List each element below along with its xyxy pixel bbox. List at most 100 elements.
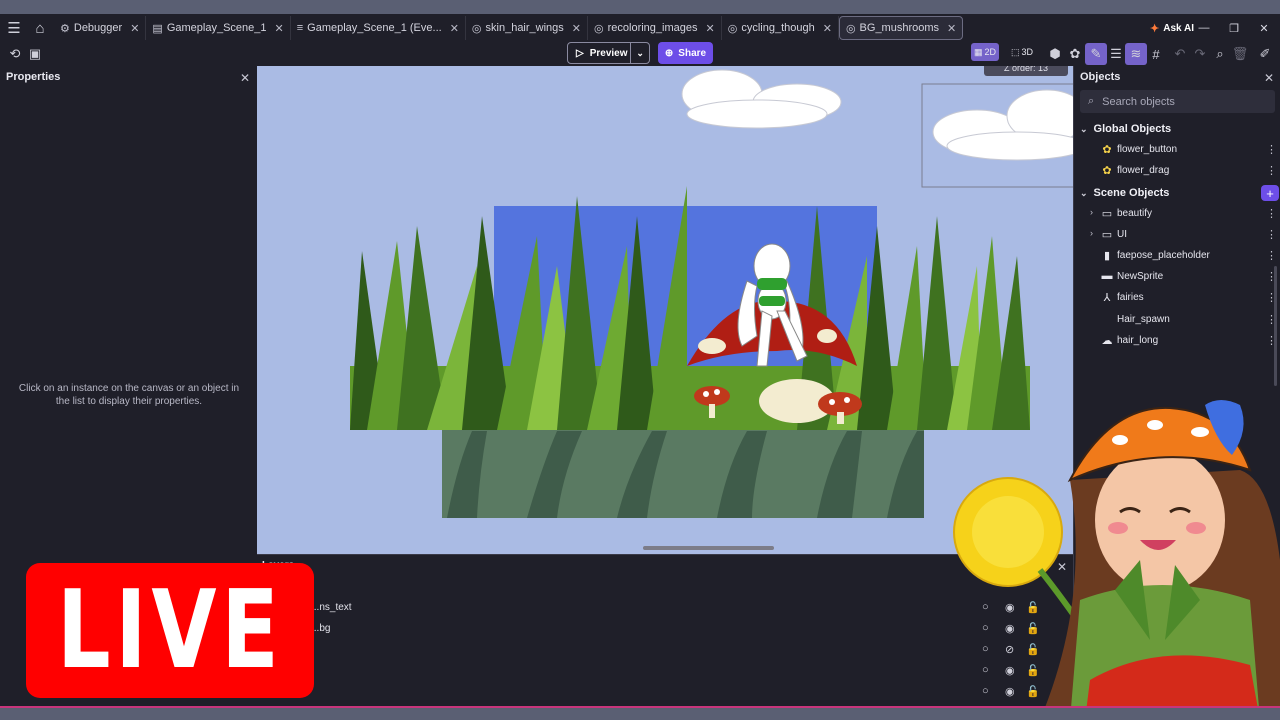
more-icon[interactable]: ⋮	[1266, 164, 1277, 177]
maximize-icon[interactable]: ❐	[1220, 14, 1248, 42]
object-cube-icon[interactable]: ⬢	[1044, 43, 1066, 65]
more-icon[interactable]: ⋮	[1266, 207, 1277, 220]
close-icon[interactable]: ✕	[130, 22, 139, 35]
layer-row[interactable]: ...ns_text ○ ◉ 🔓	[257, 599, 1073, 619]
grass-shadow[interactable]	[442, 426, 924, 518]
home-icon[interactable]: ⌂	[28, 16, 52, 40]
tab-gameplay-scene[interactable]: ▤ Gameplay_Scene_1 ✕	[146, 16, 291, 40]
layer-row[interactable]: ○ ⊘ 🔓	[257, 641, 1073, 661]
chevron-right-icon[interactable]: ›	[1090, 228, 1093, 238]
preview-button[interactable]: ▷ Preview ⌄	[567, 42, 650, 64]
save-image-icon[interactable]: ▣	[24, 43, 46, 65]
minimize-icon[interactable]: —	[1190, 14, 1218, 42]
lock-icon[interactable]: 🔓	[1026, 643, 1040, 656]
eye-icon[interactable]: ◉	[1005, 664, 1015, 677]
edit-scene-icon[interactable]: ✐	[1254, 43, 1276, 65]
tab-cycling-though[interactable]: ◎ cycling_though ✕	[722, 16, 839, 40]
lock-icon[interactable]: 🔓	[1026, 664, 1040, 677]
circle-icon[interactable]: ○	[982, 622, 989, 634]
circle-icon[interactable]: ○	[982, 601, 989, 613]
redo-icon[interactable]: ↷	[1189, 43, 1211, 65]
tab-label: recoloring_images	[607, 22, 698, 34]
eye-icon[interactable]: ◉	[1005, 622, 1015, 635]
cloud-sprite[interactable]	[932, 89, 1073, 161]
global-objects-group[interactable]: ⌄ Global Objects	[1074, 120, 1280, 138]
vertical-scrollbar[interactable]	[1274, 266, 1277, 386]
layer-row[interactable]: ○ ◉ 🔓	[257, 662, 1073, 682]
object-groups-icon[interactable]: ✿	[1064, 43, 1086, 65]
object-label: fairies	[1117, 292, 1144, 303]
close-icon[interactable]: ✕	[275, 22, 284, 35]
circle-icon[interactable]: ○	[982, 643, 989, 655]
close-icon[interactable]: ✕	[823, 22, 832, 35]
trash-icon[interactable]: 🗑	[1229, 43, 1251, 65]
tab-debugger[interactable]: ⚙ Debugger ✕	[54, 16, 147, 40]
object-item-faepose-placeholder[interactable]: ▮ faepose_placeholder ⋮	[1074, 246, 1280, 266]
object-item-newsprite[interactable]: ▬ NewSprite ⋮	[1074, 267, 1280, 287]
ask-ai-button[interactable]: ✦ Ask AI	[1150, 14, 1194, 42]
tab-recoloring-images[interactable]: ◎ recoloring_images ✕	[588, 16, 722, 40]
object-item-fairies[interactable]: ⅄ fairies ⋮	[1074, 288, 1280, 308]
share-button[interactable]: ⊕ Share	[658, 42, 713, 64]
object-item-hair-long[interactable]: ☁ hair_long ⋮	[1074, 331, 1280, 351]
close-icon[interactable]: ✕	[572, 22, 581, 35]
more-icon[interactable]: ⋮	[1266, 143, 1277, 156]
eye-icon[interactable]: ◉	[1005, 601, 1015, 614]
hamburger-menu-icon[interactable]: ☰	[2, 16, 26, 40]
close-icon[interactable]: ✕	[1057, 560, 1067, 574]
object-item-ui[interactable]: › ▭ UI ⋮	[1074, 225, 1280, 245]
cloud-sprite[interactable]	[681, 69, 842, 129]
lock-icon[interactable]: 🔓	[1026, 685, 1040, 698]
globe-icon: ⊕	[664, 47, 674, 59]
tab-label: skin_hair_wings	[485, 22, 564, 34]
undo-icon[interactable]: ↶	[1169, 43, 1191, 65]
object-label: Hair_spawn	[1117, 314, 1170, 325]
edit-pen-icon[interactable]: ✎	[1085, 43, 1107, 65]
object-item-hair-spawn[interactable]: Hair_spawn ⋮	[1074, 310, 1280, 330]
instances-list-icon[interactable]: ☰	[1105, 43, 1127, 65]
more-icon[interactable]: ⋮	[1266, 249, 1277, 262]
chevron-down-icon[interactable]: ⌄	[1080, 188, 1088, 199]
chevron-down-icon[interactable]: ⌄	[631, 48, 649, 59]
tab-skin-hair-wings[interactable]: ◎ skin_hair_wings ✕	[466, 16, 588, 40]
sprite-icon: ▮	[1103, 250, 1111, 262]
mode-3d-label: 3D	[1021, 47, 1034, 57]
close-icon[interactable]: ✕	[1264, 71, 1274, 85]
history-icon[interactable]: ⟲	[4, 43, 26, 65]
close-icon[interactable]: ✕	[706, 22, 715, 35]
lock-icon[interactable]: 🔓	[1026, 601, 1040, 614]
tab-gameplay-events[interactable]: ≡ Gameplay_Scene_1 (Eve... ✕	[291, 16, 466, 40]
grid-icon[interactable]: #	[1145, 43, 1167, 65]
add-object-button[interactable]: +	[1261, 185, 1279, 201]
layer-row[interactable]: ...bg ○ ◉ 🔓	[257, 620, 1073, 640]
chevron-down-icon[interactable]: ⌄	[1080, 124, 1088, 135]
more-icon[interactable]: ⋮	[1266, 228, 1277, 241]
horizontal-scrollbar[interactable]	[643, 546, 774, 550]
scene-canvas[interactable]: Z order: 13	[257, 66, 1073, 554]
circle-icon[interactable]: ○	[982, 664, 989, 676]
close-icon[interactable]: ✕	[947, 22, 956, 35]
mode-2d-toggle[interactable]: ▦ 2D	[971, 43, 1000, 61]
layer-row[interactable]: ○ ◉ 🔓	[257, 683, 1073, 703]
window-close-icon[interactable]: ✕	[1250, 14, 1278, 42]
zoom-icon[interactable]: ⌕	[1209, 43, 1231, 65]
search-objects-input[interactable]: ⌕ Search objects	[1080, 90, 1275, 113]
tab-label: cycling_though	[741, 22, 815, 34]
folder-icon: ▭	[1101, 208, 1113, 220]
close-icon[interactable]: ✕	[240, 71, 250, 85]
object-item-flower-button[interactable]: ✿ flower_button ⋮	[1074, 140, 1280, 160]
circle-icon[interactable]: ○	[982, 685, 989, 697]
close-icon[interactable]: ✕	[450, 22, 459, 35]
tab-bg-mushrooms[interactable]: ◎ BG_mushrooms ✕	[838, 16, 964, 40]
object-item-beautify[interactable]: › ▭ beautify ⋮	[1074, 204, 1280, 224]
play-icon: ▷	[576, 47, 584, 59]
tab-label: Gameplay_Scene_1	[166, 22, 267, 34]
mode-3d-toggle[interactable]: ⬚ 3D	[1008, 43, 1036, 61]
layers-icon[interactable]: ≋	[1125, 43, 1147, 65]
eye-icon[interactable]: ◉	[1005, 685, 1015, 698]
object-item-flower-drag[interactable]: ✿ flower_drag ⋮	[1074, 161, 1280, 181]
lock-icon[interactable]: 🔓	[1026, 622, 1040, 635]
eye-off-icon[interactable]: ⊘	[1005, 643, 1014, 656]
scene-objects-group[interactable]: ⌄ Scene Objects	[1074, 184, 1280, 202]
chevron-right-icon[interactable]: ›	[1090, 207, 1093, 217]
